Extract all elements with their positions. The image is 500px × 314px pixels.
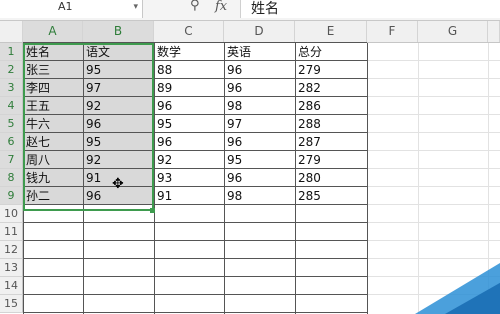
table-cell[interactable]: 96	[224, 169, 295, 187]
table-cell[interactable]: 91	[154, 187, 224, 205]
table-cell[interactable]: 95	[83, 61, 154, 79]
row-header-11[interactable]: 11	[0, 223, 23, 241]
table-cell[interactable]: 92	[83, 151, 154, 169]
formula-value: 姓名	[251, 1, 279, 17]
table-cell[interactable]: 牛六	[23, 115, 83, 133]
table-cell[interactable]: 288	[295, 115, 367, 133]
cell-a1[interactable]: 姓名	[23, 43, 83, 61]
row-header-7[interactable]: 7	[0, 151, 23, 169]
row-header-15[interactable]: 15	[0, 295, 23, 313]
row-header-14[interactable]: 14	[0, 277, 23, 295]
table-cell[interactable]: 287	[295, 133, 367, 151]
column-header-c[interactable]: C	[154, 21, 224, 42]
row-header-8[interactable]: 8	[0, 169, 23, 187]
table-cell[interactable]: 88	[154, 61, 224, 79]
table-cell[interactable]: 96	[83, 115, 154, 133]
table-cell[interactable]: 95	[154, 115, 224, 133]
name-box-value: A1	[58, 0, 73, 13]
table-cell[interactable]: 93	[154, 169, 224, 187]
row-header-4[interactable]: 4	[0, 97, 23, 115]
move-cursor-icon: ✥	[112, 176, 124, 192]
row-header-9[interactable]: 9	[0, 187, 23, 205]
column-header: A B C D E F G	[0, 21, 500, 43]
table-cell[interactable]: 钱九	[23, 169, 83, 187]
formula-bar: A1 ▾ ⚲ fx 姓名	[0, 0, 500, 21]
column-header-h[interactable]	[488, 21, 500, 42]
table-cell[interactable]: 96	[154, 97, 224, 115]
formula-input[interactable]: 姓名	[240, 0, 500, 18]
column-header-g[interactable]: G	[418, 21, 488, 42]
table-cell[interactable]: 95	[83, 133, 154, 151]
name-box[interactable]: A1 ▾	[0, 0, 143, 18]
column-header-e[interactable]: E	[295, 21, 367, 42]
row-header-10[interactable]: 10	[0, 205, 23, 223]
fx-icon[interactable]: fx	[215, 0, 227, 14]
table-cell[interactable]: 97	[83, 79, 154, 97]
cell-c1[interactable]: 数学	[154, 43, 224, 61]
table-cell[interactable]: 282	[295, 79, 367, 97]
select-all-corner[interactable]	[0, 21, 23, 42]
table-cell[interactable]: 孙二	[23, 187, 83, 205]
chevron-down-icon[interactable]: ▾	[133, 0, 138, 14]
table-cell[interactable]: 赵七	[23, 133, 83, 151]
column-header-b[interactable]: B	[83, 21, 154, 42]
column-header-f[interactable]: F	[367, 21, 418, 42]
row-header-5[interactable]: 5	[0, 115, 23, 133]
row-header-6[interactable]: 6	[0, 133, 23, 151]
table-cell[interactable]: 王五	[23, 97, 83, 115]
table-cell[interactable]: 96	[224, 79, 295, 97]
row-header-2[interactable]: 2	[0, 61, 23, 79]
row-header-1[interactable]: 1	[0, 43, 23, 61]
table-cell[interactable]: 98	[224, 97, 295, 115]
cell-b1[interactable]: 语文	[83, 43, 154, 61]
table-cell[interactable]: 279	[295, 151, 367, 169]
table-cell[interactable]: 97	[224, 115, 295, 133]
table-cell[interactable]: 286	[295, 97, 367, 115]
column-header-d[interactable]: D	[224, 21, 295, 42]
table-cell[interactable]: 92	[83, 97, 154, 115]
watermark-decoration	[355, 240, 500, 314]
row-header-3[interactable]: 3	[0, 79, 23, 97]
column-header-a[interactable]: A	[23, 21, 83, 42]
table-cell[interactable]: 98	[224, 187, 295, 205]
fill-handle[interactable]	[150, 208, 155, 213]
table-cell[interactable]: 285	[295, 187, 367, 205]
cell-d1[interactable]: 英语	[224, 43, 295, 61]
table-cell[interactable]: 89	[154, 79, 224, 97]
table-cell[interactable]: 279	[295, 61, 367, 79]
row-header-13[interactable]: 13	[0, 259, 23, 277]
table-cell[interactable]: 280	[295, 169, 367, 187]
table-cell[interactable]: 96	[224, 61, 295, 79]
table-cell[interactable]: 周八	[23, 151, 83, 169]
table-cell[interactable]: 96	[224, 133, 295, 151]
zoom-icon[interactable]: ⚲	[190, 0, 200, 13]
table-cell[interactable]: 95	[224, 151, 295, 169]
table-cell[interactable]: 张三	[23, 61, 83, 79]
table-cell[interactable]: 92	[154, 151, 224, 169]
row-header-12[interactable]: 12	[0, 241, 23, 259]
table-cell[interactable]: 李四	[23, 79, 83, 97]
table-cell[interactable]: 96	[154, 133, 224, 151]
cell-e1[interactable]: 总分	[295, 43, 367, 61]
